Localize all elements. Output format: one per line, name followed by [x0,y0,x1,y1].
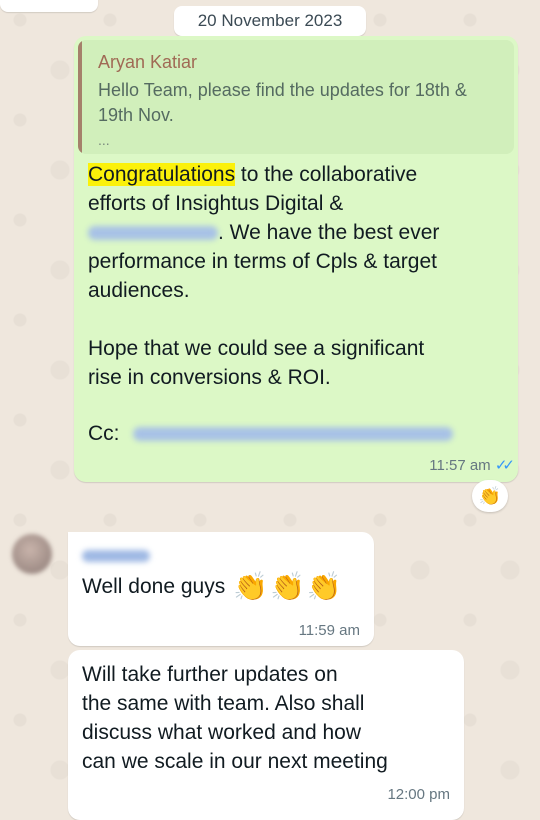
search-highlight: Congratulations [88,163,236,186]
message-text: . We have the best ever [218,221,440,244]
message-line: Congratulations to the collaborative [88,160,417,189]
cc-label: Cc: [88,422,120,445]
message-line: Will take further updates on [82,663,338,686]
message-line: audiences. [88,279,190,302]
message-line: rise in conversions & ROI. [88,366,331,389]
message-line: Hope that we could see a significant [88,337,425,360]
quote-author: Aryan Katiar [98,52,198,72]
message-line: efforts of Insightus Digital & [88,192,344,215]
message-line: performance in terms of Cpls & target [88,250,437,273]
read-receipt-icon: ✓✓ [494,457,515,474]
avatar[interactable] [12,534,52,574]
quote-ellipsis: ... [98,132,110,148]
message-line: the same with team. Also shall [82,692,365,715]
reaction-badge[interactable]: 👏 [472,480,508,512]
incoming-message-bubble[interactable]: Will take further updates on the same wi… [68,650,464,820]
message-timestamp: 12:00 pm [387,786,450,803]
message-line: . We have the best ever [88,218,439,247]
quoted-reply[interactable]: Aryan Katiar Hello Team, please find the… [78,40,514,154]
redacted-mention [88,226,218,241]
quote-accent-bar [78,40,82,154]
message-timestamp: 11:57 am ✓✓ [429,456,515,474]
clapping-hands-emoji: 👏👏👏 [233,571,344,602]
message-line: Well done guys 👏👏👏 [82,572,344,601]
redacted-mentions [133,427,454,442]
timestamp-text: 11:57 am [429,457,491,474]
message-line: can we scale in our next meeting [82,750,388,773]
message-line: discuss what worked and how [82,721,361,744]
message-timestamp: 11:59 am [298,622,360,639]
incoming-message-bubble[interactable]: Well done guys 👏👏👏 11:59 am [68,532,374,646]
message-text: to the collaborative [235,163,418,186]
outgoing-message-bubble[interactable]: Aryan Katiar Hello Team, please find the… [74,36,518,482]
message-text: Well done guys [82,575,226,598]
date-divider: 20 November 2023 [174,6,366,36]
previous-message-bubble[interactable] [0,0,98,12]
redacted-sender-name [82,550,150,562]
cc-line: Cc: [88,419,454,448]
quote-text: Hello Team, please find the updates for … [98,80,467,125]
